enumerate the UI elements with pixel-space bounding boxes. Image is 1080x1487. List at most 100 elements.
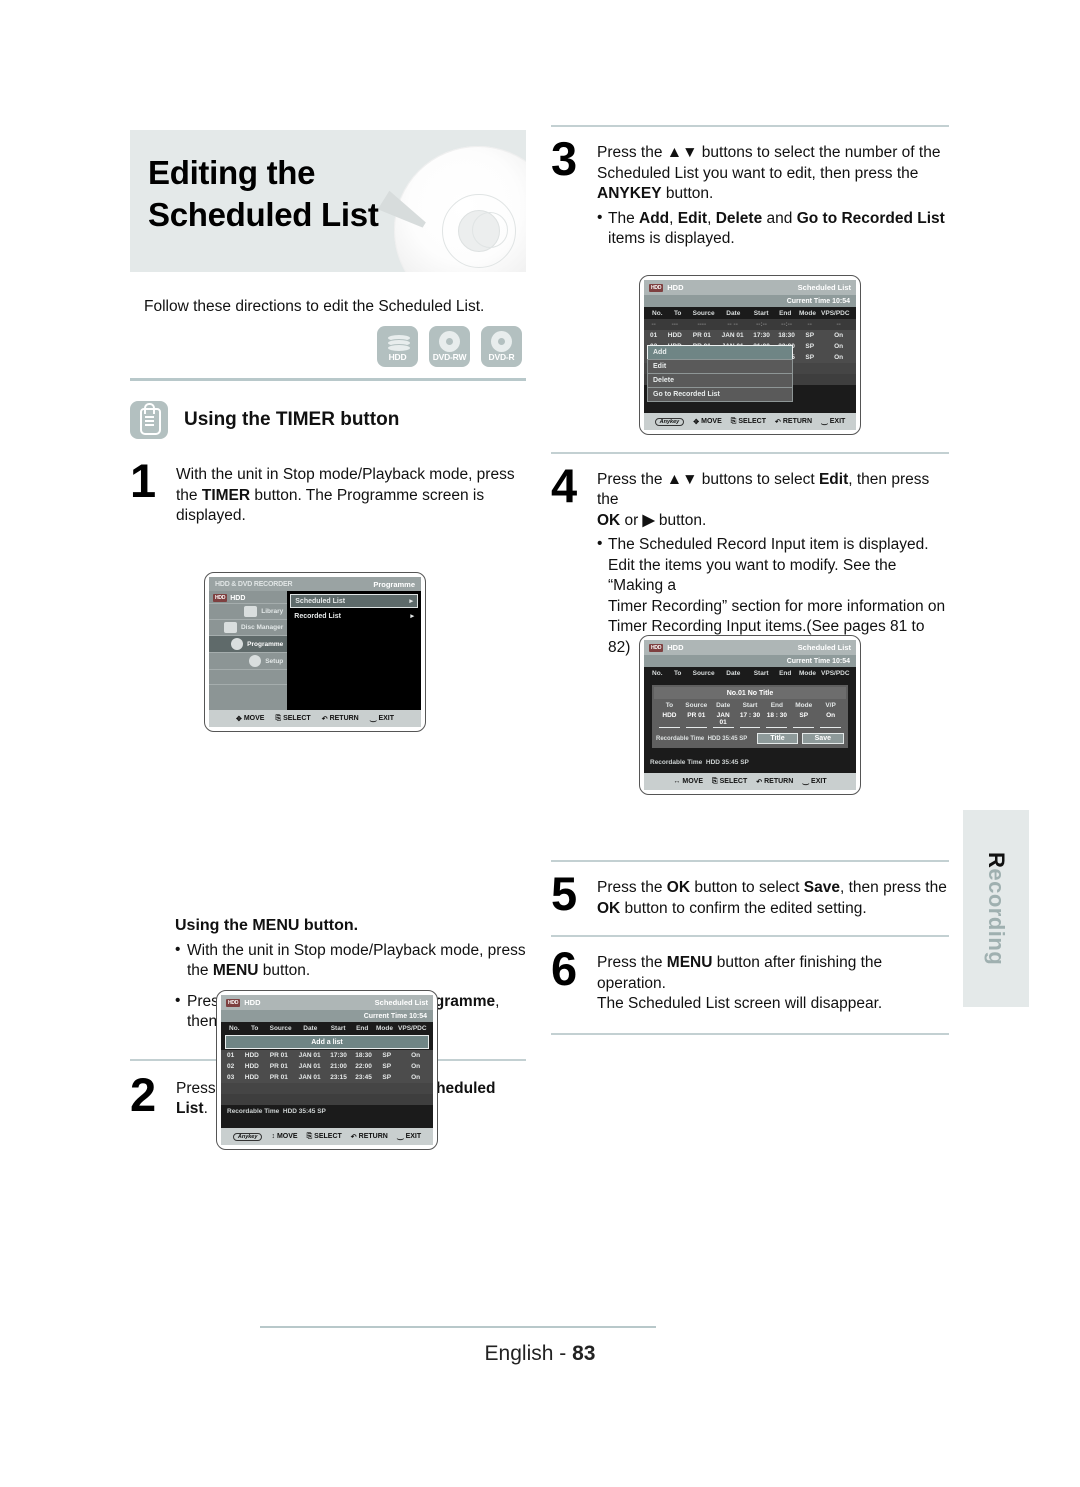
osd-scheduled-list: HDD HDD Scheduled List Current Time 10:54…: [216, 990, 438, 1150]
table-row[interactable]: 01 HDD PR 01 JAN 01 17:30 18:30 SP On: [221, 1050, 433, 1061]
move-quad-icon: ✥: [693, 418, 700, 426]
field-start[interactable]: 17 : 30: [739, 712, 761, 728]
sidebar-item-library[interactable]: Library: [209, 603, 288, 619]
sidebar-item-programme[interactable]: Programme: [209, 635, 288, 652]
menu-item-delete[interactable]: Delete: [647, 373, 793, 388]
col-to: To: [250, 1025, 259, 1032]
up-down-arrows-icon: ▲▼: [666, 144, 698, 161]
field-source[interactable]: PR 01: [685, 712, 707, 728]
sidebar-item-disc-manager[interactable]: Disc Manager: [209, 619, 288, 635]
cell-start: 21:00: [330, 1063, 347, 1070]
timer-keyword: TIMER: [201, 486, 251, 504]
option-recorded-list[interactable]: Recorded List ▸: [290, 610, 418, 622]
osd-screen-title: Scheduled List: [374, 998, 428, 1007]
osd-nav-bar: ↔ MOVE ⎘ SELECT ↶ RETURN ⏝ EXIT: [644, 773, 856, 790]
menu-item-go-to-recorded-list[interactable]: Go to Recorded List: [647, 387, 793, 402]
cell-vps: On: [834, 332, 844, 339]
cell-source: PR 01: [269, 1074, 288, 1081]
cell-no: --: [651, 321, 656, 328]
table-row[interactable]: 03 HDD PR 01 JAN 01 23:15 23:45 SP On: [221, 1072, 433, 1083]
add-a-list-button[interactable]: Add a list: [225, 1035, 429, 1049]
cell-vps: On: [834, 354, 844, 361]
step-1: 1 With the unit in Stop mode/Playback mo…: [130, 457, 526, 527]
step-3-b: buttons to select the number of the: [697, 144, 941, 161]
recordable-time-row: Recordable Time HDD 35:45 SP: [644, 756, 749, 768]
cell-mode: SP: [805, 354, 815, 361]
osd-device-label: HDD: [230, 594, 246, 602]
col-to: To: [673, 670, 682, 677]
select-ok-icon: ⎘: [712, 777, 718, 785]
edit-keyword: Edit: [677, 209, 708, 227]
dvd-rw-icon-label: DVD-RW: [432, 351, 467, 362]
hdd-chip-icon: HDD: [226, 998, 241, 1007]
osd-programme-inner: HDD & DVD RECORDER Programme HDD HDD Lib…: [209, 577, 421, 727]
step-4-b: buttons to select: [697, 470, 819, 488]
osd-device-row: HDD HDD: [209, 593, 287, 603]
cell-date: JAN 01: [298, 1074, 321, 1081]
cell-no: 01: [650, 332, 658, 339]
nav-select: ⎘ SELECT: [712, 778, 747, 786]
osd-device-label: HDD: [667, 283, 684, 292]
nav-return: ↶ RETURN: [351, 1133, 388, 1141]
dvd-rw-icon: DVD-RW: [429, 326, 470, 367]
nav-return-label: RETURN: [329, 715, 359, 722]
osd-scheduled-list-inner: HDD HDD Scheduled List Current Time 10:54…: [221, 995, 433, 1145]
go-to-recorded-list-keyword: Go to Recorded List: [796, 209, 945, 227]
move-quad-icon: ✥: [235, 715, 242, 723]
menu-item-add[interactable]: Add: [647, 345, 793, 360]
step-6-text: Press the MENU button after finishing th…: [597, 949, 949, 1015]
field-end[interactable]: 18 : 30: [766, 712, 788, 728]
cell-no: 03: [227, 1074, 235, 1081]
field-mode[interactable]: SP: [793, 712, 815, 728]
col-date: Date: [726, 310, 741, 317]
save-button[interactable]: Save: [801, 733, 844, 744]
title-button[interactable]: Title: [757, 733, 798, 744]
col-mode: Mode: [798, 670, 816, 677]
field-vp[interactable]: On: [820, 712, 842, 728]
table-row[interactable]: 01 HDD PR 01 JAN 01 17:30 18:30 SP On: [644, 330, 856, 341]
option-scheduled-list[interactable]: Scheduled List ▸: [290, 594, 418, 608]
step-5-number: 5: [551, 867, 577, 920]
menu-section-title: Using the MENU button.: [175, 916, 359, 934]
step-3-text: Press the ▲▼ buttons to select the numbe…: [597, 139, 945, 250]
sidebar-item-label: Programme: [247, 640, 284, 648]
step-3-bullet: The Add, Edit, Delete and Go to Recorded…: [597, 208, 945, 250]
move-updown-icon: ↕: [271, 1133, 275, 1140]
menu-item-edit[interactable]: Edit: [647, 359, 793, 374]
dvd-r-ring-glyph: [491, 331, 512, 352]
dvd-r-icon: DVD-R: [481, 326, 522, 367]
divider: [551, 935, 949, 937]
sidebar-item-setup[interactable]: Setup: [209, 652, 288, 669]
option-label: Scheduled List: [295, 597, 346, 605]
divider: [260, 1326, 656, 1328]
panel-buttons: Title Save: [757, 733, 844, 744]
nav-return: ↶ RETURN: [322, 715, 359, 723]
osd-nav-bar: Anykey ↕ MOVE ⎘ SELECT ↶ RETURN ⏝ EXIT: [221, 1128, 433, 1145]
step-3-bullets: The Add, Edit, Delete and Go to Recorded…: [597, 208, 945, 250]
step-3: 3 Press the ▲▼ buttons to select the num…: [551, 135, 949, 250]
right-arrow-icon: ▶: [642, 511, 655, 529]
current-time-value: 10:54: [832, 657, 850, 665]
panel-col-source: Source: [685, 702, 708, 709]
delete-keyword: Delete: [715, 209, 763, 227]
cell-no: 02: [227, 1063, 235, 1070]
table-row[interactable]: 02 HDD PR 01 JAN 01 21:00 22:00 SP On: [221, 1061, 433, 1072]
cell-vps: On: [411, 1063, 421, 1070]
osd-record-input-inner: HDD HDD Scheduled List Current Time 10:54…: [644, 640, 856, 790]
hdd-chip-icon: HDD: [649, 643, 664, 652]
osd-current-time: Current Time 10:54: [221, 1010, 433, 1022]
cell-start: --:--: [756, 321, 767, 328]
intro-text: Follow these directions to edit the Sche…: [144, 298, 485, 315]
menu-bullet-1: With the unit in Stop mode/Playback mode…: [175, 940, 526, 982]
cell-vps: On: [411, 1074, 421, 1081]
nav-return-label: RETURN: [358, 1133, 388, 1140]
cell-mode: --: [807, 321, 812, 328]
field-to[interactable]: HDD: [659, 712, 680, 728]
cell-start: 17:30: [330, 1052, 347, 1059]
panel-footer: Recordable Time HDD 35:45 SP Title Save: [654, 732, 846, 746]
setup-icon: [249, 655, 262, 667]
step-5: 5 Press the OK button to select Save, th…: [551, 867, 949, 920]
field-date[interactable]: JAN 01: [712, 712, 734, 728]
nav-return: ↶ RETURN: [775, 418, 812, 426]
osd-column-headers: No. To Source Date Start End Mode VPS/PD…: [644, 307, 856, 319]
